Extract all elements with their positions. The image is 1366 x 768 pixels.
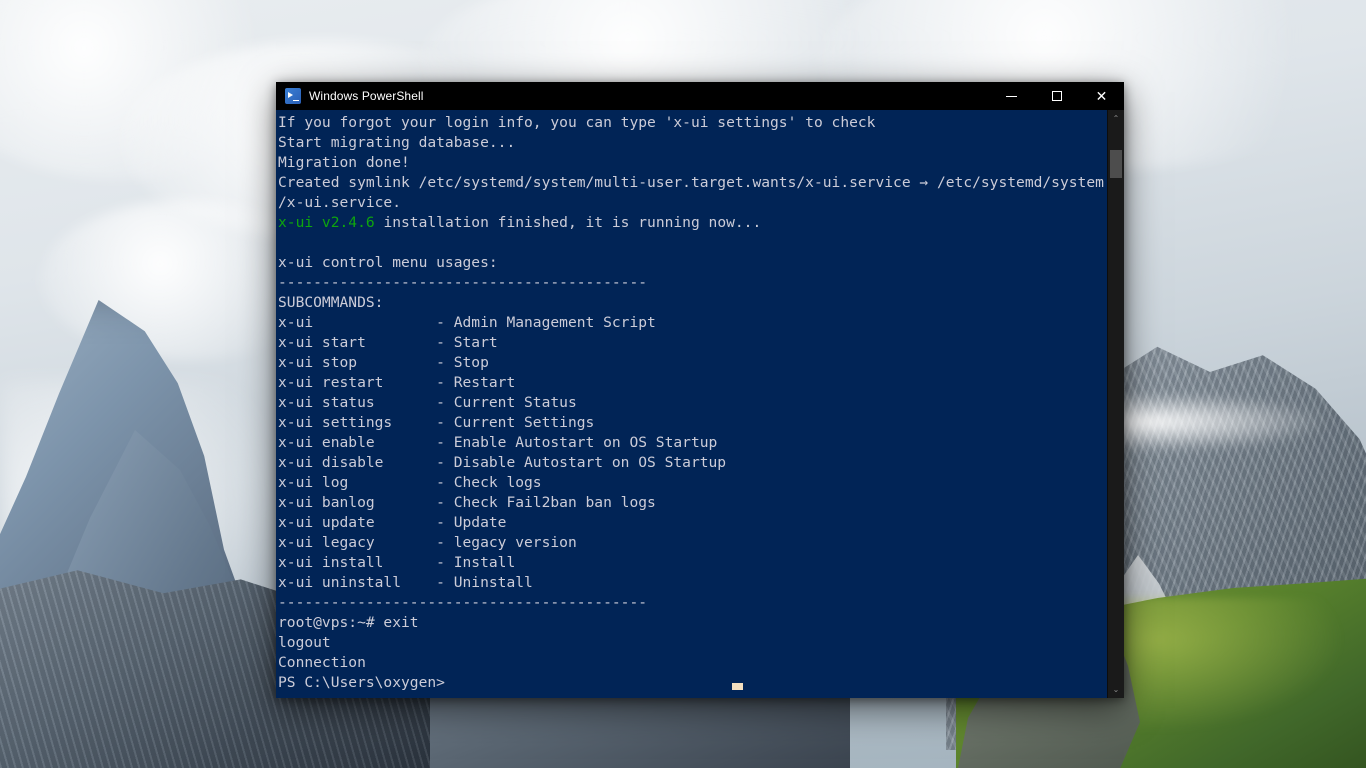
scrollbar-thumb[interactable] (1110, 150, 1122, 178)
powershell-window[interactable]: Windows PowerShell ✕ If you forgot your … (276, 82, 1124, 698)
vertical-scrollbar[interactable]: ⌃ ⌄ (1107, 110, 1124, 698)
close-button[interactable]: ✕ (1079, 82, 1124, 110)
console-area: If you forgot your login info, you can t… (276, 110, 1124, 698)
window-titlebar[interactable]: Windows PowerShell ✕ (276, 82, 1124, 110)
powershell-icon (285, 88, 301, 104)
minimize-icon (1006, 95, 1017, 97)
terminal-text: If you forgot your login info, you can t… (278, 114, 1104, 691)
scroll-up-icon[interactable]: ⌃ (1108, 110, 1124, 127)
scroll-down-icon[interactable]: ⌄ (1108, 681, 1124, 698)
terminal-output-pane[interactable]: If you forgot your login info, you can t… (276, 110, 1107, 698)
maximize-button[interactable] (1034, 82, 1079, 110)
minimize-button[interactable] (989, 82, 1034, 110)
maximize-icon (1051, 91, 1062, 101)
scrollbar-track[interactable] (1108, 127, 1124, 681)
window-title: Windows PowerShell (309, 89, 424, 103)
window-controls: ✕ (989, 82, 1124, 110)
close-icon: ✕ (1095, 88, 1108, 104)
text-cursor (732, 683, 743, 690)
